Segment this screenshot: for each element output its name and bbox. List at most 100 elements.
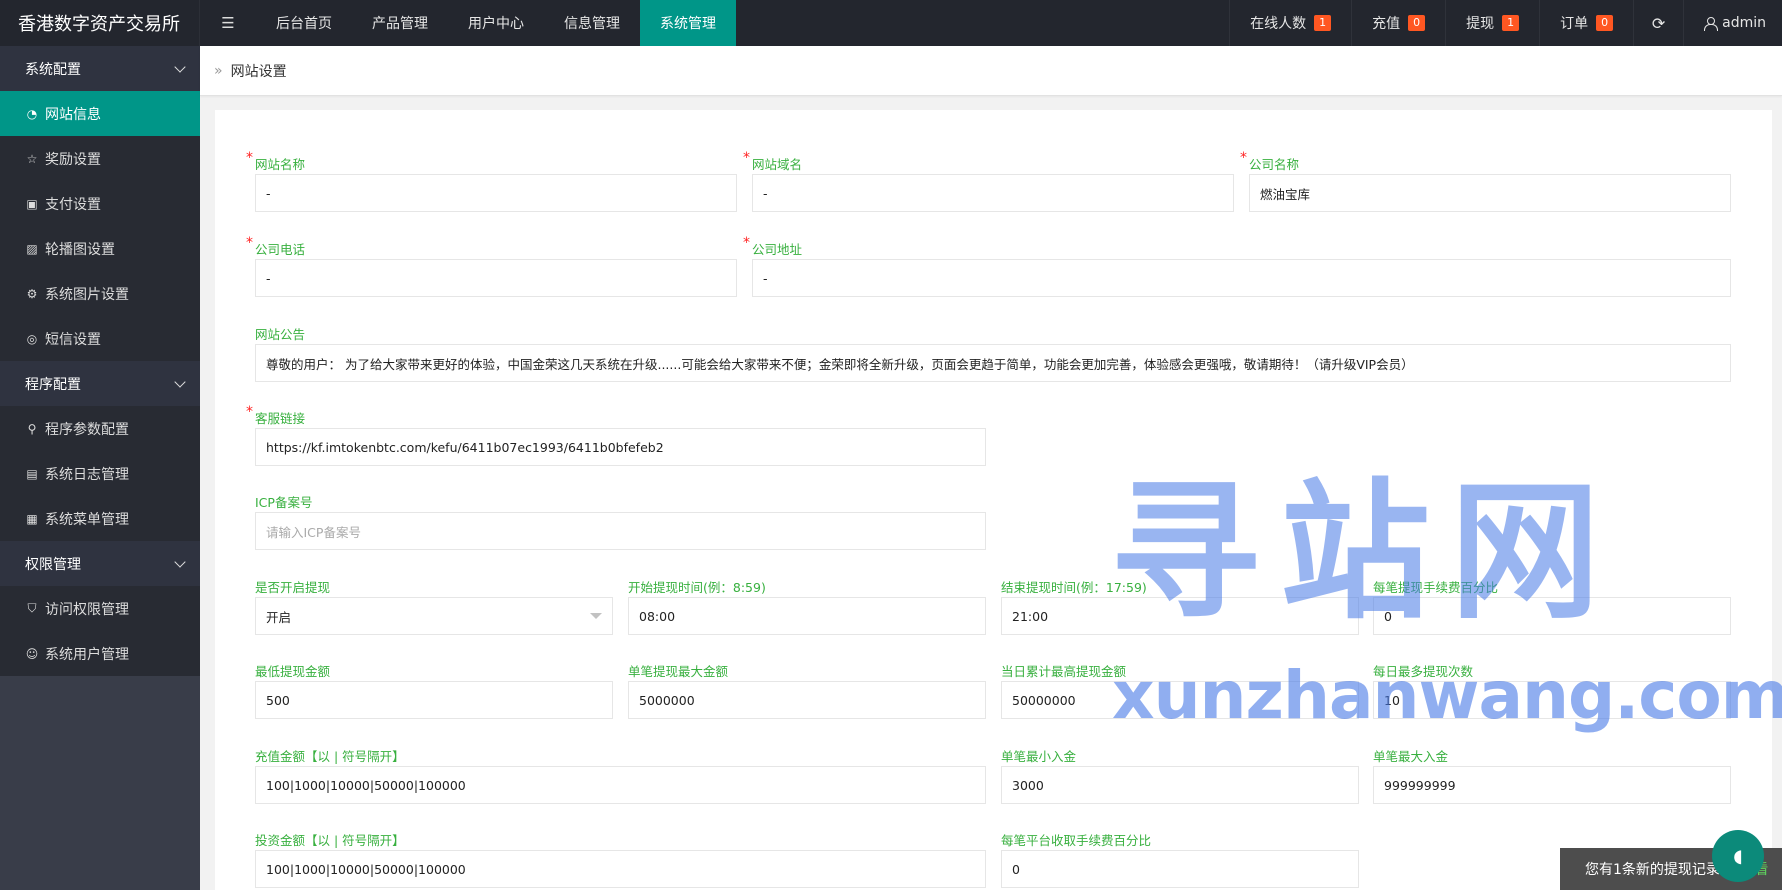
company-phone-input[interactable]: - [255, 259, 737, 297]
withdraw-enabled-select[interactable]: 开启 [255, 597, 613, 635]
nav-products[interactable]: 产品管理 [352, 0, 448, 46]
min-withdraw-label: 最低提现金额 [255, 664, 331, 679]
dashboard-icon: ◔ [26, 106, 38, 121]
sidebar-group-label: 权限管理 [25, 556, 81, 573]
platform-fee-input[interactable]: 0 [1001, 850, 1359, 888]
link-icon: ⚲ [27, 421, 37, 436]
withdraw-start-field: 开始提现时间(例：8:59) 08:00 [628, 577, 986, 635]
sidebar-item-system-logs[interactable]: ▤ 系统日志管理 [0, 451, 200, 496]
max-withdraw-single-label: 单笔提现最大金额 [628, 664, 729, 679]
sidebar-item-sms[interactable]: ◎ 短信设置 [0, 316, 200, 361]
nav-users[interactable]: 用户中心 [448, 0, 544, 46]
sound-icon[interactable]: ◖ [1712, 830, 1764, 882]
user-menu[interactable]: admin [1683, 0, 1782, 46]
sidebar-group-system-config[interactable]: 系统配置 [0, 46, 200, 91]
menu-toggle-icon[interactable]: ☰ [200, 0, 256, 46]
gear-icon: ⚙ [26, 286, 38, 301]
invest-amounts-label: 投资金额【以 | 符号隔开】 [255, 833, 405, 848]
icp-field: ICP备案号 请输入ICP备案号 [255, 492, 986, 550]
chevron-down-icon [174, 60, 186, 73]
max-deposit-input[interactable]: 999999999 [1373, 766, 1731, 804]
stat-orders-badge: 0 [1596, 15, 1614, 31]
sidebar-item-system-images[interactable]: ⚙ 系统图片设置 [0, 271, 200, 316]
stat-online[interactable]: 在线人数 1 [1229, 0, 1351, 46]
site-name-label: 网站名称 [246, 150, 737, 174]
breadcrumb: » 网站设置 [200, 46, 1782, 96]
invest-amounts-input[interactable]: 100|1000|10000|50000|100000 [255, 850, 986, 888]
company-address-label: 公司地址 [743, 235, 1731, 259]
company-name-label: 公司名称 [1240, 150, 1731, 174]
recharge-amounts-input[interactable]: 100|1000|10000|50000|100000 [255, 766, 986, 804]
log-icon: ▤ [26, 466, 38, 481]
sidebar-item-payment[interactable]: ▣ 支付设置 [0, 181, 200, 226]
site-name-input[interactable]: - [255, 174, 737, 212]
sidebar-group-program-config[interactable]: 程序配置 [0, 361, 200, 406]
min-deposit-input[interactable]: 3000 [1001, 766, 1359, 804]
recharge-amounts-label: 充值金额【以 | 符号隔开】 [255, 749, 405, 764]
app-title: 香港数字资产交易所 [0, 0, 200, 46]
max-withdraw-single-input[interactable]: 5000000 [628, 681, 986, 719]
min-deposit-field: 单笔最小入金 3000 [1001, 746, 1359, 804]
icp-label: ICP备案号 [255, 495, 313, 510]
sidebar-item-site-info[interactable]: ◔ 网站信息 [0, 91, 200, 136]
chevron-down-icon [590, 613, 602, 619]
withdraw-end-input[interactable]: 21:00 [1001, 597, 1359, 635]
sidebar-item-carousel[interactable]: ▨ 轮播图设置 [0, 226, 200, 271]
sidebar-item-system-users[interactable]: ☺ 系统用户管理 [0, 631, 200, 676]
stat-orders-label: 订单 [1560, 16, 1589, 32]
withdraw-start-input[interactable]: 08:00 [628, 597, 986, 635]
breadcrumb-separator-icon: » [214, 62, 223, 79]
sidebar-group-label: 系统配置 [25, 61, 81, 78]
company-address-input[interactable]: - [752, 259, 1731, 297]
withdraw-enabled-value: 开启 [266, 609, 292, 625]
stat-online-label: 在线人数 [1250, 16, 1307, 32]
nav-system[interactable]: 系统管理 [640, 0, 736, 46]
stat-recharge[interactable]: 充值 0 [1351, 0, 1445, 46]
company-name-field: 公司名称 燃油宝库 [1240, 150, 1731, 212]
sidebar-group-permissions[interactable]: 权限管理 [0, 541, 200, 586]
refresh-icon[interactable]: ⟳ [1633, 0, 1683, 46]
site-domain-input[interactable]: - [752, 174, 1234, 212]
icp-input[interactable]: 请输入ICP备案号 [255, 512, 986, 550]
sidebar-item-label: 奖励设置 [45, 151, 101, 168]
nav-info[interactable]: 信息管理 [544, 0, 640, 46]
sidebar-item-label: 系统菜单管理 [45, 511, 129, 528]
max-withdraw-times-field: 每日最多提现次数 10 [1373, 661, 1731, 719]
min-deposit-label: 单笔最小入金 [1001, 749, 1077, 764]
sidebar-item-program-params[interactable]: ⚲ 程序参数配置 [0, 406, 200, 451]
min-withdraw-input[interactable]: 500 [255, 681, 613, 719]
menu-table-icon: ▦ [26, 511, 38, 526]
sidebar-item-rewards[interactable]: ☆ 奖励设置 [0, 136, 200, 181]
service-link-input[interactable]: https://kf.imtokenbtc.com/kefu/6411b07ec… [255, 428, 986, 466]
stat-withdraw[interactable]: 提现 1 [1445, 0, 1539, 46]
chevron-down-icon [174, 375, 186, 388]
sidebar-item-access-control[interactable]: ⛉ 访问权限管理 [0, 586, 200, 631]
nav-home[interactable]: 后台首页 [256, 0, 352, 46]
stat-withdraw-label: 提现 [1466, 16, 1495, 32]
company-name-input[interactable]: 燃油宝库 [1249, 174, 1731, 212]
sidebar-item-label: 系统日志管理 [45, 466, 129, 483]
stat-withdraw-badge: 1 [1502, 15, 1520, 31]
sidebar-item-system-menu[interactable]: ▦ 系统菜单管理 [0, 496, 200, 541]
withdraw-fee-input[interactable]: 0 [1373, 597, 1731, 635]
withdraw-end-field: 结束提现时间(例：17:59) 21:00 [1001, 577, 1359, 635]
company-phone-field: 公司电话 - [246, 235, 737, 297]
max-withdraw-daily-label: 当日累计最高提现金额 [1001, 664, 1127, 679]
site-domain-label: 网站域名 [743, 150, 1234, 174]
max-withdraw-times-label: 每日最多提现次数 [1373, 664, 1474, 679]
max-withdraw-daily-input[interactable]: 50000000 [1001, 681, 1359, 719]
sidebar-item-label: 系统图片设置 [45, 286, 129, 303]
user-icon: ☺ [25, 646, 39, 661]
notice-input[interactable]: 尊敬的用户： 为了给大家带来更好的体验，中国金荣这几天系统在升级......可能… [255, 344, 1731, 382]
max-withdraw-times-input[interactable]: 10 [1373, 681, 1731, 719]
sidebar-item-label: 短信设置 [45, 331, 101, 348]
chevron-down-icon [174, 555, 186, 568]
max-withdraw-daily-field: 当日累计最高提现金额 50000000 [1001, 661, 1359, 719]
sidebar-item-label: 轮播图设置 [45, 241, 115, 258]
max-deposit-label: 单笔最大入金 [1373, 749, 1449, 764]
stat-orders[interactable]: 订单 0 [1539, 0, 1633, 46]
stat-recharge-badge: 0 [1408, 15, 1426, 31]
chat-icon: ◎ [26, 331, 38, 346]
recharge-amounts-field: 充值金额【以 | 符号隔开】 100|1000|10000|50000|1000… [255, 746, 986, 804]
shield-icon: ⛉ [27, 601, 37, 615]
